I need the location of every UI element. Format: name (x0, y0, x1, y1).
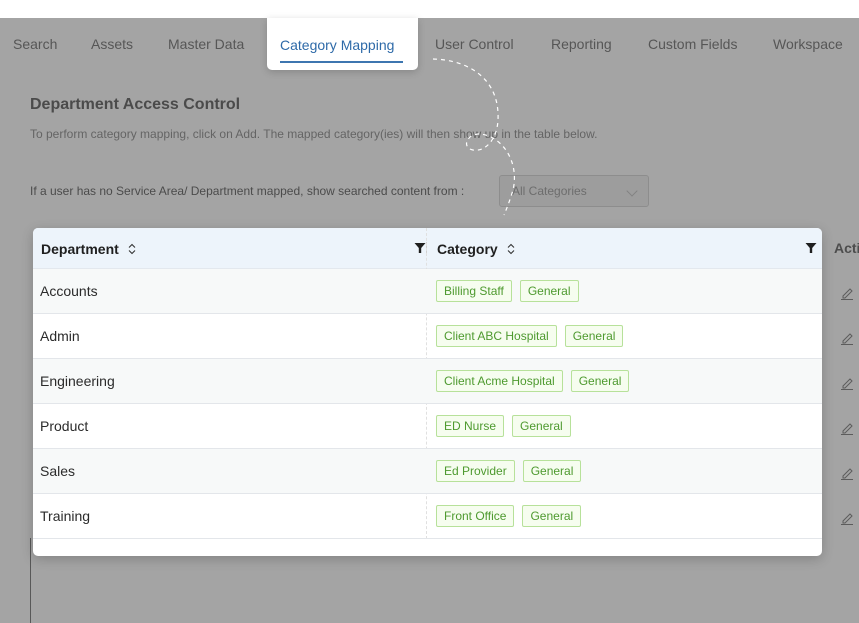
filter-icon[interactable] (805, 242, 817, 254)
table-row[interactable]: Admin Client ABC Hospital General (33, 314, 822, 359)
table-row[interactable]: Engineering Client Acme Hospital General (33, 359, 822, 404)
department-cell: Product (40, 418, 89, 434)
table-body: Accounts Billing Staff General Admin Cli… (33, 269, 822, 539)
category-tag: General (519, 280, 579, 302)
category-cell: Ed Provider General (436, 449, 582, 493)
department-cell: Admin (40, 328, 80, 344)
category-tag: Client Acme Hospital (436, 370, 563, 392)
category-cell: Billing Staff General (436, 269, 579, 313)
pencil-icon[interactable] (840, 466, 854, 480)
tab-user-control[interactable]: User Control (435, 36, 514, 52)
tab-category-mapping[interactable]: Category Mapping (267, 18, 418, 70)
tab-master-data[interactable]: Master Data (168, 36, 244, 52)
column-header-category[interactable]: Category (437, 228, 817, 269)
category-tag: General (522, 460, 582, 482)
fallback-label: If a user has no Service Area/ Departmen… (30, 184, 465, 198)
column-header-label: Category (437, 240, 498, 257)
category-tag: Billing Staff (436, 280, 512, 302)
category-tag: General (570, 370, 630, 392)
department-cell: Training (40, 508, 91, 524)
tab-category-mapping-label: Category Mapping (280, 37, 395, 53)
actions-column: Acti (822, 227, 859, 538)
tab-assets[interactable]: Assets (91, 36, 133, 52)
sort-icon[interactable] (507, 243, 515, 255)
category-tag: Ed Provider (436, 460, 515, 482)
tab-search[interactable]: Search (13, 36, 57, 52)
content-left-border (30, 538, 31, 623)
tab-workspace[interactable]: Workspace (773, 36, 843, 52)
category-tag: General (522, 505, 582, 527)
table-row[interactable]: Sales Ed Provider General (33, 449, 822, 494)
pencil-icon[interactable] (840, 286, 854, 300)
category-mapping-table: Department Category Accounts Billing Sta… (33, 228, 822, 556)
department-cell: Engineering (40, 373, 115, 389)
table-row[interactable]: Training Front Office General (33, 494, 822, 539)
category-tag: General (564, 325, 624, 347)
active-tab-indicator (280, 61, 403, 63)
tab-reporting[interactable]: Reporting (551, 36, 612, 52)
filter-icon[interactable] (414, 242, 426, 254)
category-cell: Client Acme Hospital General (436, 359, 630, 403)
table-row[interactable]: Product ED Nurse General (33, 404, 822, 449)
column-header-department[interactable]: Department (41, 228, 426, 269)
pencil-icon[interactable] (840, 376, 854, 390)
category-tag: Front Office (436, 505, 515, 527)
main-nav-tabs: Search Assets Master Data User Control R… (0, 18, 859, 73)
category-tag: General (512, 415, 571, 437)
table-row[interactable]: Accounts Billing Staff General (33, 269, 822, 314)
category-tag: ED Nurse (436, 415, 505, 437)
fallback-category-select[interactable]: All Categories (499, 175, 649, 207)
section-title: Department Access Control (30, 96, 241, 113)
category-cell: Client ABC Hospital General (436, 314, 624, 358)
section-description: To perform category mapping, click on Ad… (30, 127, 598, 141)
pencil-icon[interactable] (840, 331, 854, 345)
category-cell: ED Nurse General (436, 404, 571, 448)
column-header-label: Department (41, 240, 119, 257)
pencil-icon[interactable] (840, 511, 854, 525)
table-header: Department Category (33, 228, 822, 269)
category-cell: Front Office General (436, 494, 582, 538)
department-cell: Accounts (40, 283, 98, 299)
tab-custom-fields[interactable]: Custom Fields (648, 36, 737, 52)
pencil-icon[interactable] (840, 421, 854, 435)
sort-icon[interactable] (128, 243, 136, 255)
chevron-down-icon (626, 185, 638, 197)
actions-column-header: Acti (834, 240, 859, 256)
category-tag: Client ABC Hospital (436, 325, 557, 347)
department-cell: Sales (40, 463, 76, 479)
fallback-select-value: All Categories (512, 184, 587, 198)
